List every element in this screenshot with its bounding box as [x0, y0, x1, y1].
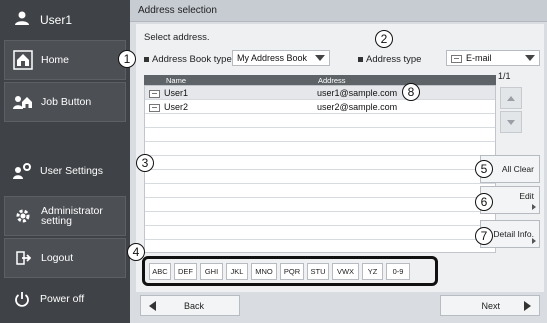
column-name: Name [166, 76, 187, 85]
gear-icon [5, 208, 41, 224]
bottom-bar: Back Next [136, 292, 544, 320]
callout-7: 7 [475, 227, 493, 245]
logout-button[interactable]: Logout [4, 238, 126, 278]
address-type-label: Address type [358, 54, 421, 65]
job-button-label: Job Button [41, 96, 92, 108]
instruction-text: Select address. [144, 32, 210, 43]
column-address: Address [318, 76, 346, 85]
list-item[interactable]: User2 user2@sample.com [145, 100, 495, 114]
address-book-type-label: Address Book type [144, 54, 232, 65]
user-settings-label: User Settings [40, 165, 104, 177]
chevron-down-icon [525, 55, 535, 61]
user-gear-icon [4, 162, 40, 180]
index-key[interactable]: 0-9 [386, 263, 410, 280]
expand-icon [532, 238, 536, 244]
expand-icon [532, 204, 536, 210]
job-button-icon [5, 93, 41, 111]
user-icon [15, 11, 29, 25]
home-button[interactable]: Home [4, 40, 126, 80]
address-book-type-value: My Address Book [237, 53, 308, 63]
envelope-icon [451, 54, 462, 63]
callout-4: 4 [127, 243, 145, 261]
home-icon [5, 50, 41, 70]
sidebar: User1 Home Job Button User Settings Admi… [0, 0, 130, 323]
callout-5: 5 [475, 160, 493, 178]
chevron-up-icon [507, 95, 515, 101]
user-info: User1 [0, 0, 130, 38]
callout-1: 1 [118, 50, 136, 68]
index-key[interactable]: JKL [226, 263, 248, 280]
address-list: User1 user1@sample.com User2 user2@sampl… [144, 85, 496, 253]
user-name: User1 [40, 13, 73, 27]
page-title: Address selection [130, 0, 547, 22]
logout-label: Logout [41, 252, 74, 264]
index-key[interactable]: DEF [174, 263, 197, 280]
user-settings-button[interactable]: User Settings [4, 151, 126, 191]
empty-row [145, 128, 495, 142]
home-label: Home [41, 54, 70, 66]
arrow-left-icon [149, 300, 156, 311]
empty-row [145, 184, 495, 198]
power-off-button[interactable]: Power off [4, 279, 126, 319]
address-book-type-select[interactable]: My Address Book [232, 50, 330, 66]
envelope-icon [149, 89, 160, 98]
list-header: Name Address [144, 75, 496, 85]
address-type-value: E-mail [451, 53, 492, 63]
main-panel: Select address. Address Book type My Add… [136, 24, 544, 292]
callout-2: 2 [375, 30, 393, 48]
index-key[interactable]: VWX [332, 263, 359, 280]
administrator-setting-label: Administrator setting [41, 205, 103, 227]
index-key[interactable]: YZ [362, 263, 383, 280]
back-button[interactable]: Back [140, 295, 240, 316]
index-key[interactable]: GHI [200, 263, 223, 280]
empty-row [145, 142, 495, 156]
empty-row [145, 114, 495, 128]
index-key[interactable]: MNO [251, 263, 277, 280]
administrator-setting-button[interactable]: Administrator setting [4, 196, 126, 236]
callout-6: 6 [475, 193, 493, 211]
scroll-down-button[interactable] [500, 111, 522, 133]
empty-row [145, 226, 495, 240]
empty-row [145, 156, 495, 170]
next-button[interactable]: Next [440, 295, 540, 316]
page-indicator: 1/1 [498, 71, 511, 81]
logout-icon [5, 250, 41, 266]
index-key[interactable]: ABC [149, 263, 171, 280]
alphabet-index: ABC DEF GHI JKL MNO PQR STU VWX YZ 0-9 [142, 256, 438, 286]
address-type-select[interactable]: E-mail [446, 50, 540, 66]
arrow-right-icon [524, 300, 531, 311]
empty-row [145, 240, 495, 254]
callout-3: 3 [136, 154, 154, 172]
chevron-down-icon [315, 55, 325, 61]
list-item[interactable]: User1 user1@sample.com [145, 86, 495, 100]
index-key[interactable]: STU [307, 263, 329, 280]
empty-row [145, 170, 495, 184]
scroll-up-button[interactable] [500, 87, 522, 109]
power-off-label: Power off [40, 293, 85, 305]
index-key[interactable]: PQR [280, 263, 304, 280]
empty-row [145, 198, 495, 212]
empty-row [145, 212, 495, 226]
envelope-icon [149, 103, 160, 112]
chevron-down-icon [507, 119, 515, 125]
callout-8: 8 [402, 83, 420, 101]
job-button[interactable]: Job Button [4, 82, 126, 122]
power-icon [4, 291, 40, 307]
